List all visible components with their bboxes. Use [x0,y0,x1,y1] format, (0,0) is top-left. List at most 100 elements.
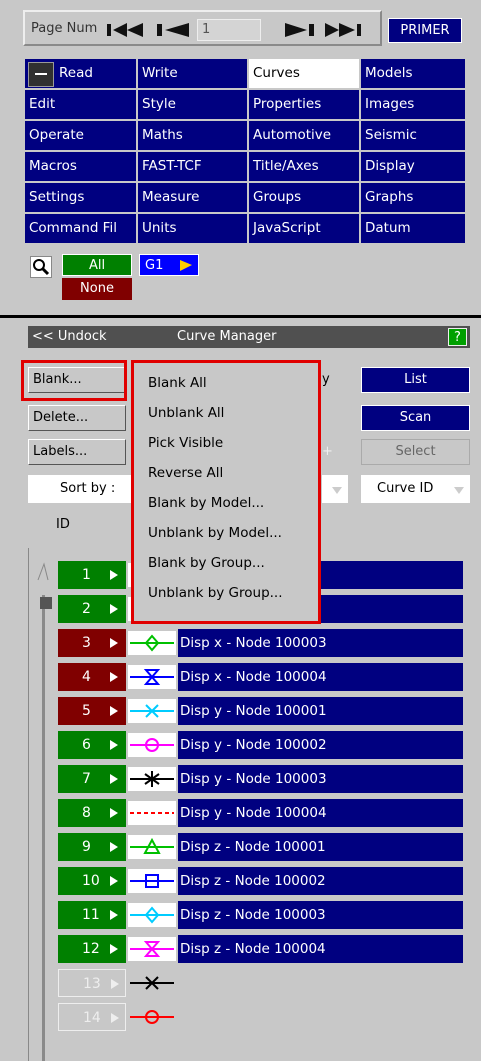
primer-button[interactable]: PRIMER [388,18,462,43]
table-row[interactable]: 7 Disp y - Node 100003 [58,765,463,793]
menu-groups[interactable]: Groups [248,182,360,213]
menu-curves[interactable]: Curves [248,58,360,89]
curve-id-button[interactable]: 7 [58,765,126,793]
undock-button[interactable]: << Undock [32,326,107,348]
partial-plus-label[interactable]: + [322,439,342,465]
curve-name[interactable]: Disp z - Node 100002 [178,867,463,895]
curve-id-button[interactable]: 8 [58,799,126,827]
line-style-swatch[interactable] [128,869,176,893]
table-row[interactable]: 10 Disp z - Node 100002 [58,867,463,895]
menu-macros[interactable]: Macros [24,151,137,182]
menu-read[interactable]: Read [24,58,137,89]
curve-name[interactable]: Disp y - Node 100004 [178,799,463,827]
prev-page-button[interactable] [155,21,191,39]
sort-dropdown-arrow[interactable] [322,475,348,503]
curve-id-button[interactable]: 12 [58,935,126,963]
search-icon[interactable] [30,256,52,278]
select-all-button[interactable]: All [62,254,132,276]
table-row[interactable]: 13 [58,969,463,997]
scrollbar-track[interactable] [42,595,45,1061]
menu-edit[interactable]: Edit [24,89,137,120]
page-number-input[interactable]: 1 [197,19,261,41]
line-style-swatch[interactable] [128,699,176,723]
popup-unblank-by-model[interactable]: Unblank by Model... [148,525,282,541]
select-button[interactable]: Select [361,439,470,465]
popup-pick-visible[interactable]: Pick Visible [148,435,223,451]
line-style-swatch[interactable] [128,903,176,927]
line-style-swatch[interactable] [128,665,176,689]
expand-arrow-icon[interactable] [111,1013,119,1023]
expand-arrow-icon[interactable] [110,706,118,716]
line-style-swatch[interactable] [128,1005,176,1029]
menu-units[interactable]: Units [137,213,248,244]
line-style-swatch[interactable] [128,835,176,859]
menu-properties[interactable]: Properties [248,89,360,120]
line-style-swatch[interactable] [128,631,176,655]
popup-blank-by-model[interactable]: Blank by Model... [148,495,264,511]
menu-write[interactable]: Write [137,58,248,89]
expand-arrow-icon[interactable] [110,740,118,750]
menu-settings[interactable]: Settings [24,182,137,213]
table-row[interactable]: 11 Disp z - Node 100003 [58,901,463,929]
menu-operate[interactable]: Operate [24,120,137,151]
curve-id-button[interactable]: 5 [58,697,126,725]
curve-id-button[interactable]: 2 [58,595,126,623]
menu-graphs[interactable]: Graphs [360,182,466,213]
expand-arrow-icon[interactable] [110,808,118,818]
line-style-swatch[interactable] [128,767,176,791]
select-none-button[interactable]: None [62,278,132,300]
line-style-swatch[interactable] [128,733,176,757]
partial-button-label[interactable]: y [322,367,342,393]
table-row[interactable]: 12 Disp z - Node 100004 [58,935,463,963]
list-button[interactable]: List [361,367,470,393]
line-style-swatch[interactable] [128,937,176,961]
curve-id-button[interactable]: 13 [58,969,126,997]
menu-images[interactable]: Images [360,89,466,120]
scrollbar-thumb[interactable] [40,597,52,609]
popup-blank-by-group[interactable]: Blank by Group... [148,555,265,571]
expand-arrow-icon[interactable] [111,979,119,989]
table-row[interactable]: 4 Disp x - Node 100004 [58,663,463,691]
curve-name[interactable]: Disp z - Node 100001 [178,833,463,861]
menu-automotive[interactable]: Automotive [248,120,360,151]
expand-arrow-icon[interactable] [110,672,118,682]
table-row[interactable]: 9 Disp z - Node 100001 [58,833,463,861]
line-style-swatch[interactable] [128,801,176,825]
menu-title-axes[interactable]: Title/Axes [248,151,360,182]
first-page-button[interactable] [105,21,147,39]
expand-arrow-icon[interactable] [110,910,118,920]
popup-reverse-all[interactable]: Reverse All [148,465,223,481]
menu-display[interactable]: Display [360,151,466,182]
curve-id-button[interactable]: 3 [58,629,126,657]
curve-id-button[interactable]: 1 [58,561,126,589]
next-page-button[interactable] [283,21,319,39]
menu-style[interactable]: Style [137,89,248,120]
curve-id-button[interactable]: 6 [58,731,126,759]
expand-arrow-icon[interactable] [110,876,118,886]
menu-datum[interactable]: Datum [360,213,466,244]
line-style-swatch[interactable] [128,971,176,995]
menu-javascript[interactable]: JavaScript [248,213,360,244]
curve-name[interactable]: Disp x - Node 100004 [178,663,463,691]
table-row[interactable]: 14 [58,1003,463,1031]
table-row[interactable]: 5 Disp y - Node 100001 [58,697,463,725]
menu-maths[interactable]: Maths [137,120,248,151]
menu-seismic[interactable]: Seismic [360,120,466,151]
curve-name[interactable]: Disp z - Node 100003 [178,901,463,929]
curve-name[interactable]: Disp y - Node 100003 [178,765,463,793]
table-row[interactable]: 3 Disp x - Node 100003 [58,629,463,657]
table-row[interactable]: 8 Disp y - Node 100004 [58,799,463,827]
expand-arrow-icon[interactable] [110,774,118,784]
curve-id-button[interactable]: 10 [58,867,126,895]
menu-measure[interactable]: Measure [137,182,248,213]
collapse-icon[interactable] [28,62,54,87]
delete-menu-button[interactable]: Delete... [28,405,126,431]
popup-blank-all[interactable]: Blank All [148,375,207,391]
expand-arrow-icon[interactable] [110,604,118,614]
curve-id-button[interactable]: 11 [58,901,126,929]
sort-field-dropdown[interactable]: Curve ID [361,475,470,503]
group-g1-button[interactable]: G1 [139,254,199,276]
curve-name[interactable]: Disp y - Node 100002 [178,731,463,759]
curve-name[interactable]: Disp z - Node 100004 [178,935,463,963]
last-page-button[interactable] [323,21,365,39]
